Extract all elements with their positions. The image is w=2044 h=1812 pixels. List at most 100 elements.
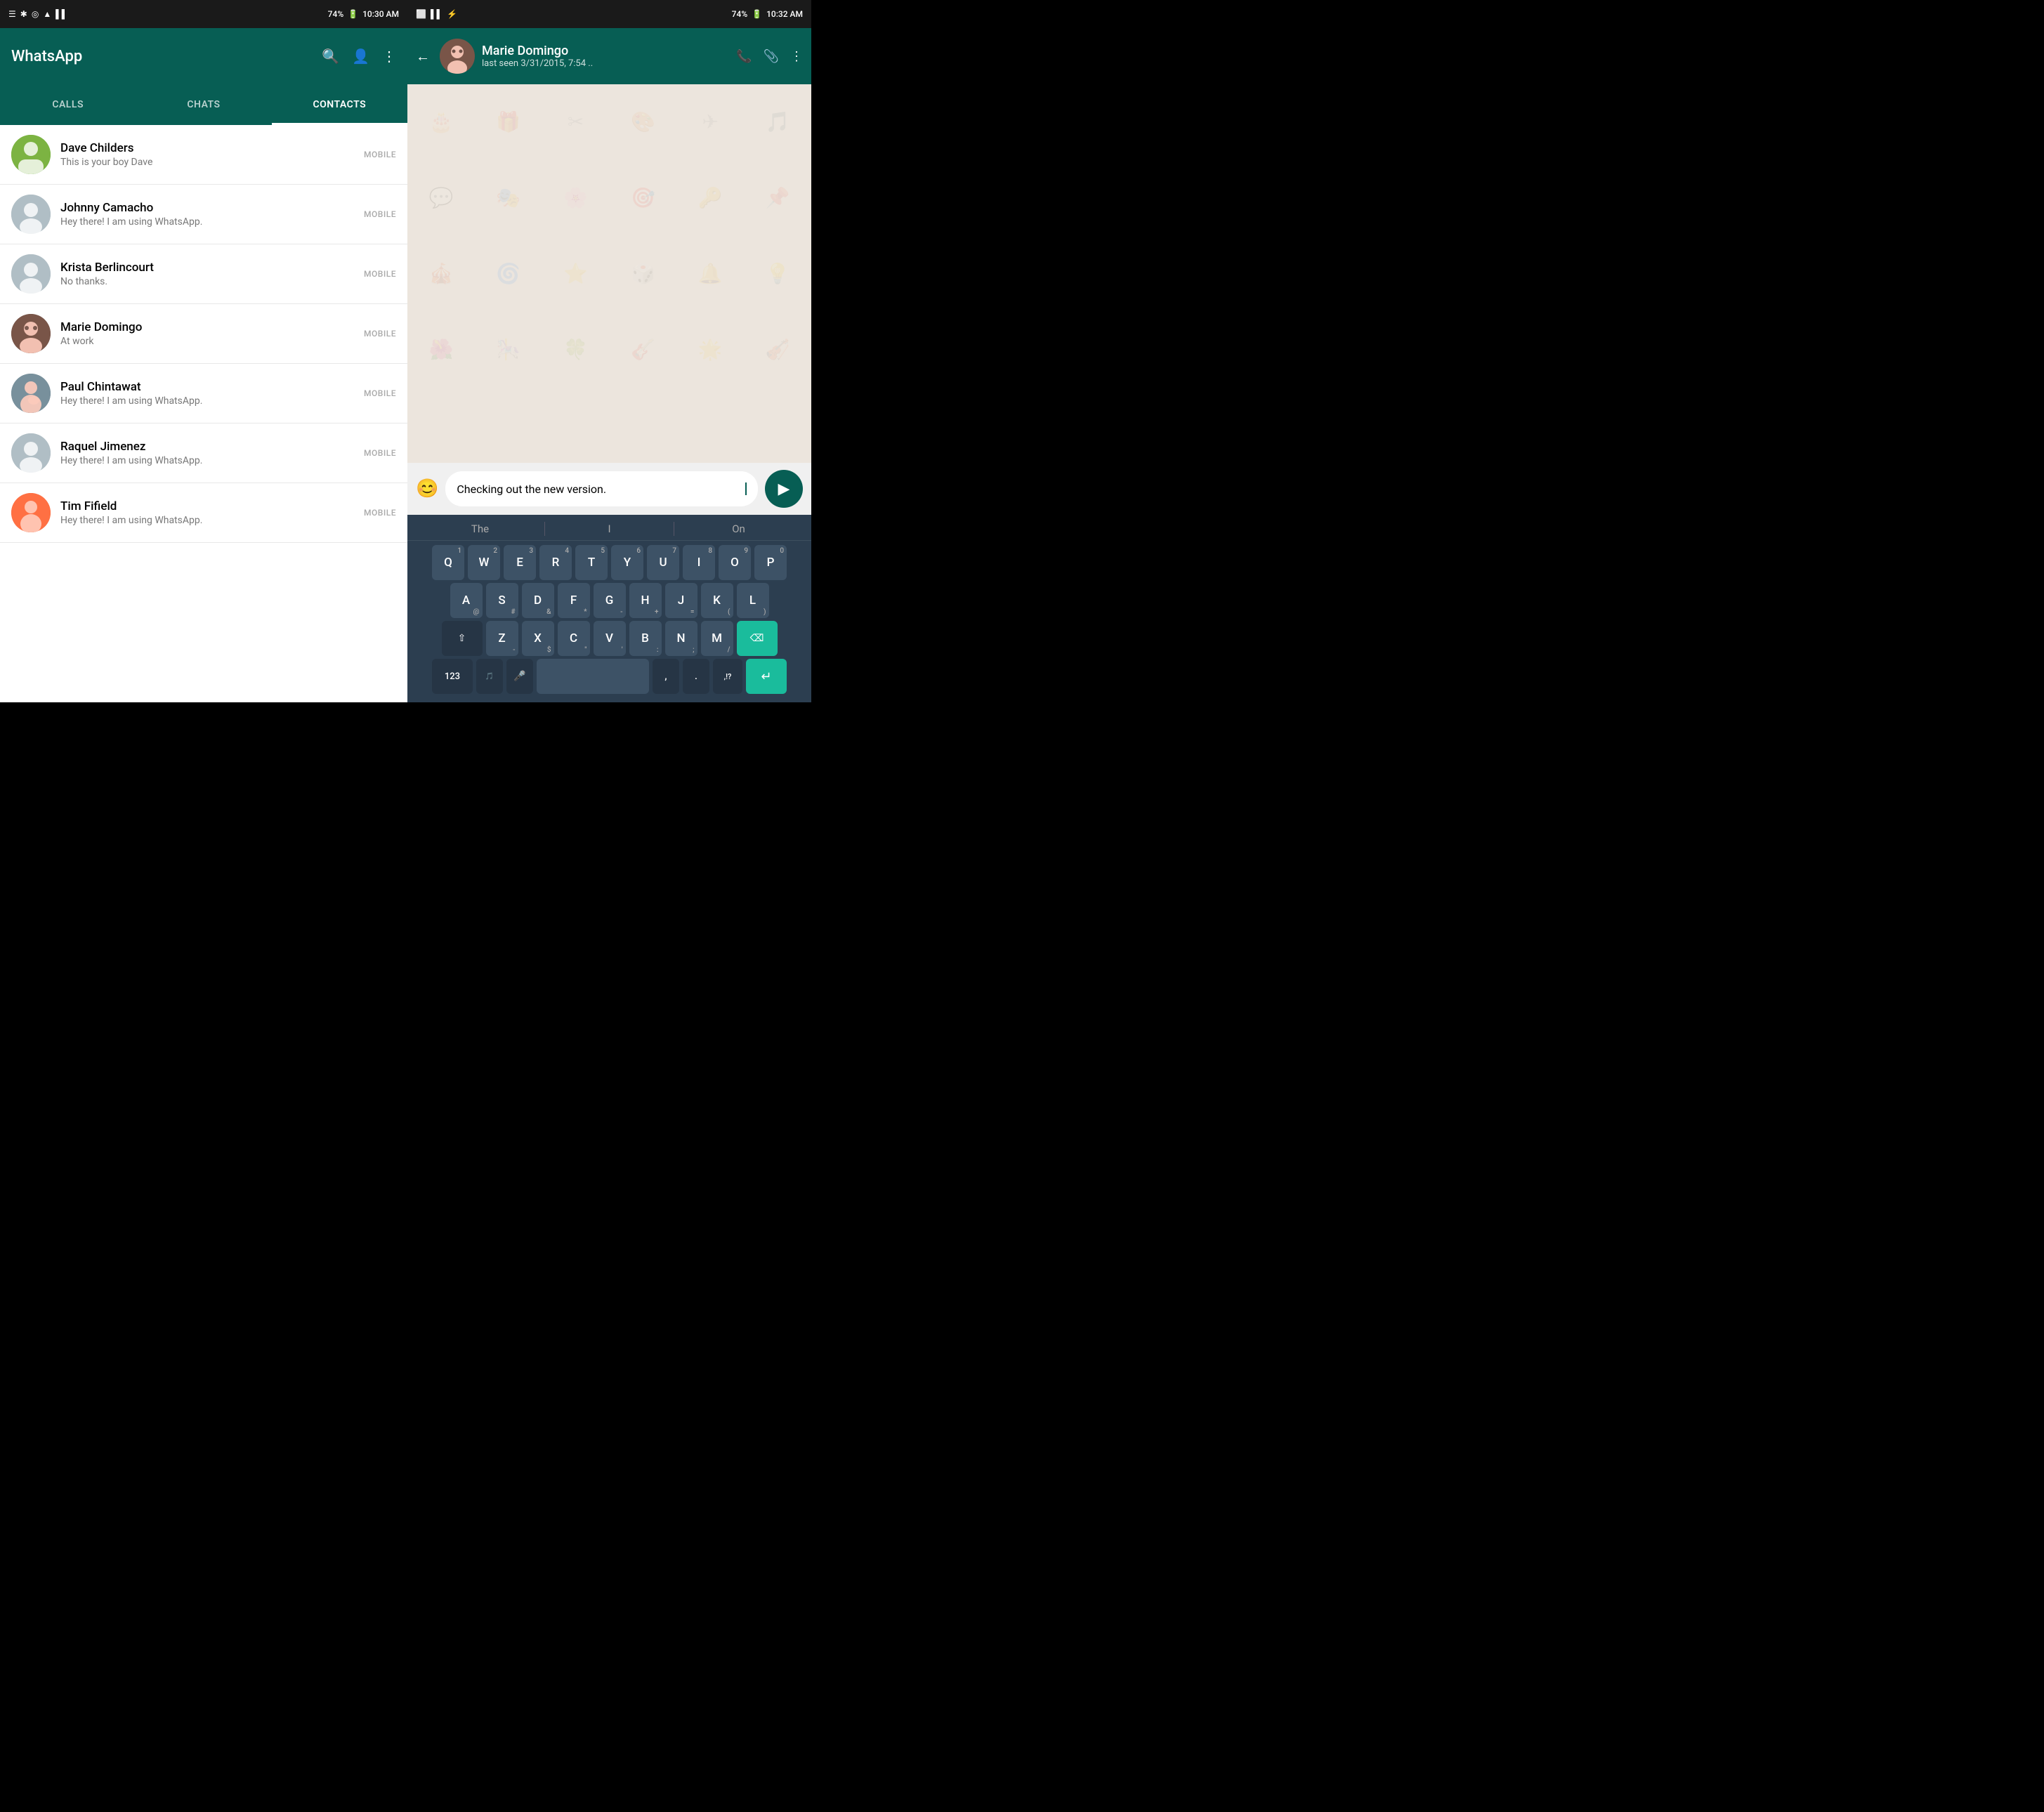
key-n[interactable]: ;N bbox=[665, 621, 697, 656]
key-t[interactable]: 5T bbox=[575, 545, 608, 580]
contact-name-paul-chintawat: Paul Chintawat bbox=[60, 380, 364, 394]
key-s[interactable]: #S bbox=[486, 583, 518, 618]
contact-info-tim-fifield: Tim Fifield Hey there! I am using WhatsA… bbox=[60, 499, 364, 526]
keyboard-suggestions: The I On bbox=[407, 518, 811, 541]
avatar-raquel-jimenez bbox=[11, 433, 51, 473]
chat-menu-icon[interactable]: ⋮ bbox=[790, 49, 803, 64]
keyboard[interactable]: The I On 1Q 2W 3E 4R 5T 6Y 7U 8I 9O 0P bbox=[407, 515, 811, 702]
tab-contacts[interactable]: CONTACTS bbox=[272, 84, 407, 125]
notification-icon: ☰ bbox=[8, 9, 16, 19]
chat-input-text[interactable]: Checking out the new version. bbox=[457, 482, 745, 496]
right-panel: ⬜ ▌▌ ⚡ 74% 🔋 10:32 AM ← Marie Domingo la… bbox=[407, 0, 811, 702]
contact-info-paul-chintawat: Paul Chintawat Hey there! I am using Wha… bbox=[60, 380, 364, 407]
key-i[interactable]: 8I bbox=[683, 545, 715, 580]
tab-bar: CALLS CHATS CONTACTS bbox=[0, 84, 407, 125]
key-j[interactable]: =J bbox=[665, 583, 697, 618]
avatar-dave-childers bbox=[11, 135, 51, 174]
paperclip-icon[interactable]: 📎 bbox=[764, 49, 779, 64]
contact-item-paul-chintawat[interactable]: Paul Chintawat Hey there! I am using Wha… bbox=[0, 364, 407, 424]
chat-contact-name: Marie Domingo bbox=[482, 44, 729, 58]
key-z[interactable]: -Z bbox=[486, 621, 518, 656]
search-icon[interactable]: 🔍 bbox=[322, 48, 339, 65]
key-m[interactable]: /M bbox=[701, 621, 733, 656]
key-l[interactable]: )L bbox=[737, 583, 769, 618]
key-row-1: 1Q 2W 3E 4R 5T 6Y 7U 8I 9O 0P bbox=[410, 545, 808, 580]
send-button[interactable]: ▶ bbox=[765, 470, 803, 508]
tab-chats[interactable]: CHATS bbox=[136, 84, 271, 125]
key-h[interactable]: +H bbox=[629, 583, 662, 618]
key-k[interactable]: (K bbox=[701, 583, 733, 618]
contact-status-raquel-jimenez: Hey there! I am using WhatsApp. bbox=[60, 455, 364, 466]
key-e[interactable]: 3E bbox=[504, 545, 536, 580]
contact-type-dave-childers: MOBILE bbox=[364, 150, 396, 159]
key-swiftkey[interactable]: 🎵 bbox=[476, 659, 503, 694]
text-cursor bbox=[745, 482, 747, 495]
key-enter[interactable]: ↵ bbox=[746, 659, 787, 694]
key-a[interactable]: @A bbox=[450, 583, 483, 618]
key-mic[interactable]: 🎤 bbox=[506, 659, 533, 694]
contact-type-paul-chintawat: MOBILE bbox=[364, 388, 396, 398]
key-backspace[interactable]: ⌫ bbox=[737, 621, 778, 656]
key-row-2: @A #S &D *F -G +H =J (K )L bbox=[410, 583, 808, 618]
back-button[interactable]: ← bbox=[416, 48, 430, 65]
key-shift[interactable]: ⇧ bbox=[442, 621, 483, 656]
key-y[interactable]: 6Y bbox=[611, 545, 643, 580]
contact-name-tim-fifield: Tim Fifield bbox=[60, 499, 364, 513]
key-w[interactable]: 2W bbox=[468, 545, 500, 580]
key-f[interactable]: *F bbox=[558, 583, 590, 618]
add-contact-icon[interactable]: 👤 bbox=[352, 48, 369, 65]
key-p[interactable]: 0P bbox=[754, 545, 787, 580]
key-comma[interactable]: , bbox=[653, 659, 679, 694]
key-b[interactable]: :B bbox=[629, 621, 662, 656]
contact-status-dave-childers: This is your boy Dave bbox=[60, 157, 364, 168]
contact-item-krista-berlincourt[interactable]: Krista Berlincourt No thanks. MOBILE bbox=[0, 244, 407, 304]
phone-icon[interactable]: 📞 bbox=[736, 49, 752, 64]
suggestion-on[interactable]: On bbox=[674, 523, 803, 535]
suggestion-the[interactable]: The bbox=[416, 523, 544, 535]
key-space[interactable] bbox=[537, 659, 649, 694]
key-c[interactable]: "C bbox=[558, 621, 590, 656]
tab-calls[interactable]: CALLS bbox=[0, 84, 136, 125]
status-icons-right: ⬜ ▌▌ ⚡ bbox=[416, 9, 457, 19]
chat-input-box[interactable]: Checking out the new version. bbox=[445, 471, 758, 506]
contact-item-dave-childers[interactable]: Dave Childers This is your boy Dave MOBI… bbox=[0, 125, 407, 185]
key-g[interactable]: -G bbox=[594, 583, 626, 618]
key-r[interactable]: 4R bbox=[539, 545, 572, 580]
emoji-button[interactable]: 😊 bbox=[416, 478, 438, 499]
contact-name-dave-childers: Dave Childers bbox=[60, 141, 364, 155]
contact-item-raquel-jimenez[interactable]: Raquel Jimenez Hey there! I am using Wha… bbox=[0, 424, 407, 483]
contact-type-marie-domingo: MOBILE bbox=[364, 329, 396, 339]
chat-wallpaper-pattern: 🎂🎁✂🎨✈🎵 💬🎭🌸🎯🔑📌 🎪🌀⭐🎲🔔💡 🌺🎠🍀🎸🌟🎻 bbox=[407, 84, 811, 463]
key-punctuation[interactable]: ,!? bbox=[713, 659, 742, 694]
key-x[interactable]: $X bbox=[522, 621, 554, 656]
contact-item-marie-domingo[interactable]: Marie Domingo At work MOBILE bbox=[0, 304, 407, 364]
status-icons-left: ☰ ✱ ◎ ▲ ▌▌ bbox=[8, 9, 67, 19]
contact-item-tim-fifield[interactable]: Tim Fifield Hey there! I am using WhatsA… bbox=[0, 483, 407, 543]
key-u[interactable]: 7U bbox=[647, 545, 679, 580]
key-q[interactable]: 1Q bbox=[432, 545, 464, 580]
suggestion-i[interactable]: I bbox=[545, 523, 674, 535]
contact-status-tim-fifield: Hey there! I am using WhatsApp. bbox=[60, 515, 364, 526]
key-d[interactable]: &D bbox=[522, 583, 554, 618]
chat-contact-info: Marie Domingo last seen 3/31/2015, 7:54 … bbox=[482, 44, 729, 69]
contact-info-krista-berlincourt: Krista Berlincourt No thanks. bbox=[60, 261, 364, 287]
contact-item-johnny-camacho[interactable]: Johnny Camacho Hey there! I am using Wha… bbox=[0, 185, 407, 244]
key-period[interactable]: . bbox=[683, 659, 709, 694]
contact-status-paul-chintawat: Hey there! I am using WhatsApp. bbox=[60, 395, 364, 407]
avatar-tim-fifield bbox=[11, 493, 51, 532]
battery-icon-left: 🔋 bbox=[348, 9, 358, 19]
chat-input-area: 😊 Checking out the new version. ▶ bbox=[407, 463, 811, 515]
flash-icon: ⚡ bbox=[447, 9, 457, 19]
menu-icon[interactable]: ⋮ bbox=[382, 48, 396, 65]
status-time-right: 74% 🔋 10:32 AM bbox=[732, 9, 803, 19]
battery-percent-right: 74% bbox=[732, 9, 747, 19]
contact-type-johnny-camacho: MOBILE bbox=[364, 209, 396, 219]
key-v[interactable]: 'V bbox=[594, 621, 626, 656]
bluetooth-icon: ✱ bbox=[20, 9, 27, 19]
avatar-marie-domingo-chat bbox=[440, 39, 475, 74]
key-o[interactable]: 9O bbox=[719, 545, 751, 580]
alarm-icon: ◎ bbox=[32, 9, 39, 19]
time-right: 10:32 AM bbox=[766, 9, 803, 19]
key-123[interactable]: 123 bbox=[432, 659, 473, 694]
chat-background: 🎂🎁✂🎨✈🎵 💬🎭🌸🎯🔑📌 🎪🌀⭐🎲🔔💡 🌺🎠🍀🎸🌟🎻 bbox=[407, 84, 811, 463]
